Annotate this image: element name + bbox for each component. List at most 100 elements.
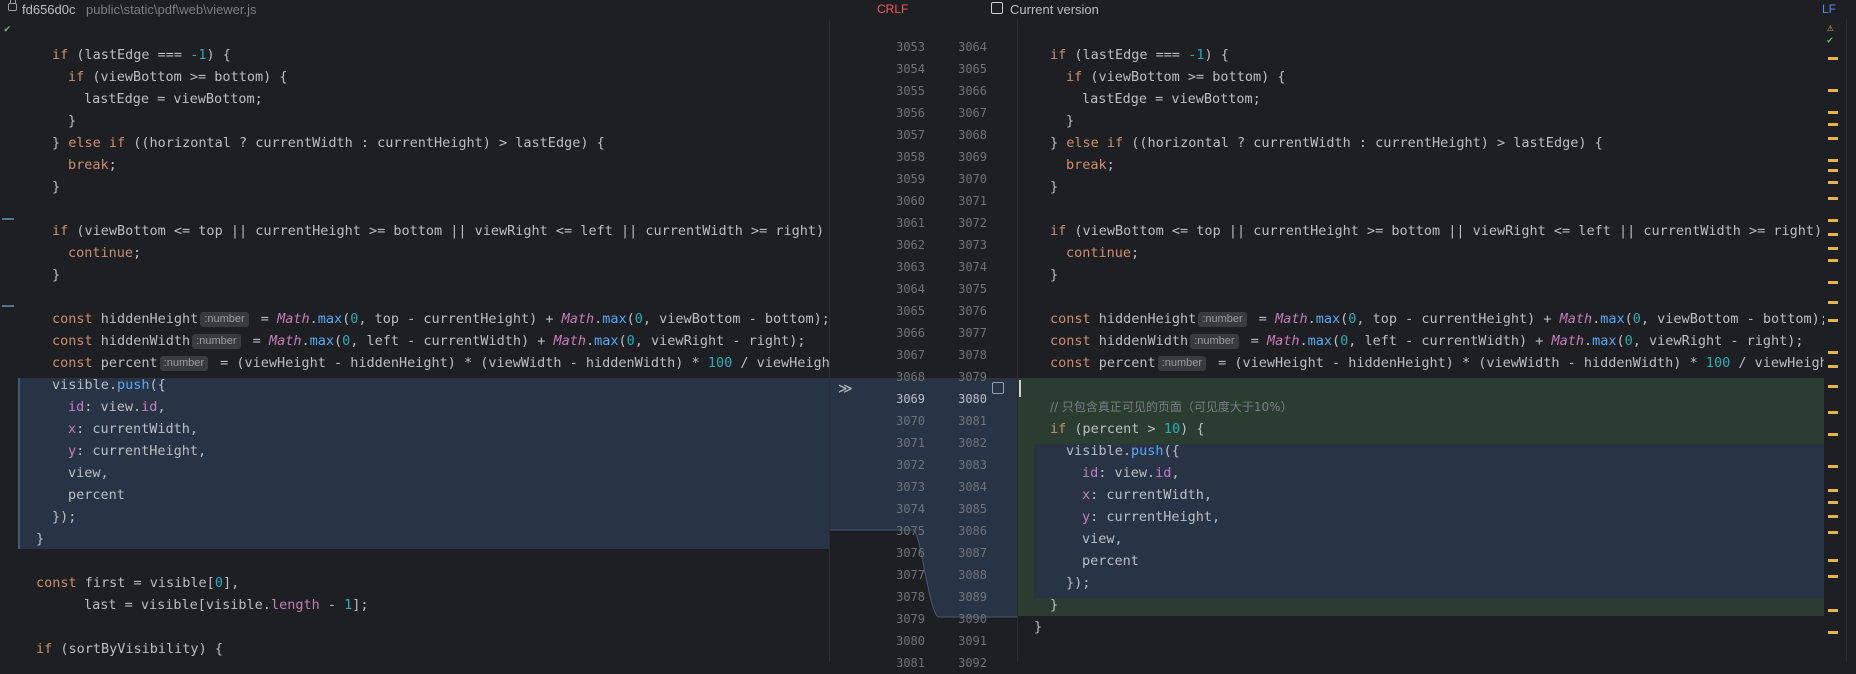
code-line: const hiddenWidth:number = Math.max(0, l… — [52, 333, 806, 349]
line-number: 3059 — [896, 172, 925, 186]
line-number: 3079 — [958, 370, 987, 384]
stripe-mark — [1828, 169, 1838, 172]
diff-gutter: 3053 3054 3055 3056 3057 3058 3059 3060 3061 3062… — [829, 19, 1017, 670]
stripe-mark — [1828, 351, 1838, 354]
text-cursor — [1019, 380, 1021, 397]
line-number: 3075 — [896, 524, 925, 538]
line-number: 3060 — [896, 194, 925, 208]
stripe-mark — [1828, 247, 1838, 250]
line-number: 3083 — [958, 458, 987, 472]
line-number: 3066 — [958, 84, 987, 98]
stripe-mark — [1828, 515, 1838, 518]
stripe-mark — [1828, 111, 1838, 114]
code-line: const hiddenWidth:number = Math.max(0, l… — [1050, 333, 1804, 349]
stripe-mark — [1828, 631, 1838, 634]
line-number: 3072 — [896, 458, 925, 472]
stripe-mark — [1828, 181, 1838, 184]
stripe-mark — [1828, 159, 1838, 162]
line-number: 3073 — [958, 238, 987, 252]
line-number: 3074 — [896, 502, 925, 516]
code-line: if (sortByVisibility) { — [36, 641, 223, 657]
include-change-checkbox[interactable] — [992, 382, 1004, 394]
line-number: 3070 — [958, 172, 987, 186]
code-line: percent — [1082, 553, 1139, 569]
stripe-mark — [1828, 281, 1838, 284]
code-line: if (lastEdge === -1) { — [52, 47, 231, 63]
line-number: 3061 — [896, 216, 925, 230]
stripe-mark — [1828, 411, 1838, 414]
code-line: } else if ((horizontal ? currentWidth : … — [1050, 135, 1603, 151]
code-line: } else if ((horizontal ? currentWidth : … — [52, 135, 605, 151]
line-number: 3086 — [958, 524, 987, 538]
change-bar — [18, 378, 20, 549]
code-line: lastEdge = viewBottom; — [84, 91, 263, 107]
code-line: } — [1050, 597, 1059, 613]
code-line: } — [1050, 179, 1059, 195]
diff-header: fd656d0c public\static\pdf\web\viewer.js… — [0, 0, 1856, 19]
code-line: }); — [52, 509, 77, 525]
line-number: 3067 — [958, 106, 987, 120]
line-number: 3068 — [958, 128, 987, 142]
stripe-mark — [1828, 501, 1838, 504]
line-number: 3058 — [896, 150, 925, 164]
code-line: x: currentWidth, — [68, 421, 199, 437]
line-number: 3067 — [896, 348, 925, 362]
line-number: 3085 — [958, 502, 987, 516]
stripe-mark — [1828, 465, 1838, 468]
apply-change-icon[interactable]: ≫ — [838, 379, 853, 399]
left-editor-pane[interactable]: ✔ if (lastEdge === -1) { if (viewBottom … — [0, 19, 829, 662]
line-number: 3074 — [958, 260, 987, 274]
code-line: id: view.id, — [1082, 465, 1180, 481]
line-number: 3063 — [896, 260, 925, 274]
stripe-mark — [1828, 365, 1838, 368]
stripe-mark — [1828, 433, 1838, 436]
code-line: const hiddenHeight:number = Math.max(0, … — [52, 311, 829, 327]
current-version-checkbox[interactable] — [991, 2, 1003, 14]
scrollbar[interactable] — [1846, 19, 1856, 662]
line-number: 3065 — [958, 62, 987, 76]
line-number: 3068 — [896, 370, 925, 384]
line-number: 3064 — [958, 40, 987, 54]
code-line: if (viewBottom >= bottom) { — [1066, 69, 1286, 85]
line-number: 3077 — [896, 568, 925, 582]
code-line: break; — [68, 157, 117, 173]
code-line: last = visible[visible.length - 1]; — [84, 597, 369, 613]
code-line: continue; — [1066, 245, 1140, 261]
line-number: 3076 — [958, 304, 987, 318]
line-number: 3080 — [958, 392, 987, 406]
stripe-mark — [1828, 137, 1838, 140]
code-line: y: currentHeight, — [68, 443, 207, 459]
stripe-mark — [1828, 609, 1838, 612]
current-version-label[interactable]: Current version — [1010, 2, 1099, 17]
stripe-mark — [1828, 57, 1838, 60]
code-line: view, — [68, 465, 109, 481]
code-line: if (viewBottom <= top || currentHeight >… — [1050, 223, 1824, 239]
code-line: id: view.id, — [68, 399, 166, 415]
line-number: 3062 — [896, 238, 925, 252]
right-line-separator[interactable]: LF — [1822, 2, 1836, 16]
commit-hash: fd656d0c — [22, 2, 76, 17]
error-stripe[interactable]: ⚠ ✔ — [1824, 19, 1856, 662]
line-number: 3069 — [896, 392, 925, 406]
warning-icon: ⚠ — [1827, 21, 1834, 34]
stripe-mark — [1828, 197, 1838, 200]
right-editor-pane[interactable]: if (lastEdge === -1) { if (viewBottom >=… — [1018, 19, 1824, 662]
line-number: 3088 — [958, 568, 987, 582]
line-number: 3087 — [958, 546, 987, 560]
stripe-mark — [1828, 385, 1838, 388]
line-number: 3078 — [958, 348, 987, 362]
code-line: if (percent > 10) { — [1050, 421, 1205, 437]
stripe-mark — [1828, 531, 1838, 534]
code-line: if (viewBottom <= top || currentHeight >… — [52, 223, 829, 239]
line-number: 3066 — [896, 326, 925, 340]
line-number: 3064 — [896, 282, 925, 296]
code-line: const hiddenHeight:number = Math.max(0, … — [1050, 311, 1824, 327]
line-number: 3071 — [896, 436, 925, 450]
line-number: 3082 — [958, 436, 987, 450]
line-number: 3073 — [896, 480, 925, 494]
code-line: x: currentWidth, — [1082, 487, 1213, 503]
code-line: } — [36, 531, 45, 547]
stripe-mark — [1828, 489, 1838, 492]
code-line: } — [1066, 113, 1075, 129]
left-line-separator[interactable]: CRLF — [877, 2, 908, 16]
